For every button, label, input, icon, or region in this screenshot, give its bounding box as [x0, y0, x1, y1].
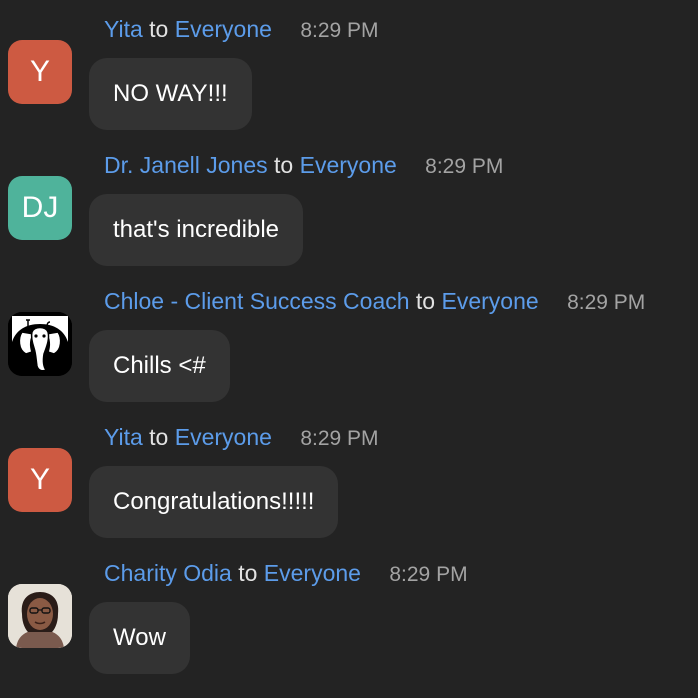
message-time: 8:29 PM: [300, 427, 379, 450]
message-header: Chloe - Client Success Coach to Everyone…: [104, 286, 645, 316]
message-header: Dr. Janell Jones to Everyone 8:29 PM: [104, 150, 503, 180]
to-label: to: [238, 560, 258, 586]
to-label: to: [149, 16, 169, 42]
to-label: to: [149, 424, 169, 450]
chat-message-list: Yita to Everyone 8:29 PM Y NO WAY!!! Dr.…: [0, 0, 698, 698]
avatar[interactable]: DJ: [8, 176, 72, 240]
recipient-name[interactable]: Everyone: [264, 560, 361, 586]
message-time: 8:29 PM: [567, 291, 646, 314]
message-time: 8:29 PM: [389, 563, 468, 586]
message-bubble[interactable]: Wow: [89, 602, 190, 674]
chat-message: Charity Odia to Everyone 8:29 PM Wow: [0, 558, 698, 694]
message-time: 8:29 PM: [425, 155, 504, 178]
sender-name[interactable]: Yita: [104, 424, 143, 450]
sender-name[interactable]: Yita: [104, 16, 143, 42]
to-label: to: [274, 152, 294, 178]
avatar[interactable]: Y: [8, 448, 72, 512]
user-photo-icon: [8, 584, 72, 648]
message-header: Yita to Everyone 8:29 PM: [104, 422, 379, 452]
message-bubble[interactable]: that's incredible: [89, 194, 304, 266]
chat-message: Dr. Janell Jones to Everyone 8:29 PM DJ …: [0, 150, 698, 286]
message-header: Charity Odia to Everyone 8:29 PM: [104, 558, 468, 588]
message-time: 8:29 PM: [300, 19, 379, 42]
chat-message: Yita to Everyone 8:29 PM Y Congratulatio…: [0, 422, 698, 558]
message-bubble[interactable]: NO WAY!!!: [89, 58, 252, 130]
sender-name[interactable]: Dr. Janell Jones: [104, 152, 268, 178]
elephant-logo-icon: [8, 312, 72, 376]
chat-message: Yita to Everyone 8:29 PM Y NO WAY!!!: [0, 14, 698, 150]
message-header: Yita to Everyone 8:29 PM: [104, 14, 379, 44]
sender-name[interactable]: Charity Odia: [104, 560, 232, 586]
avatar[interactable]: [8, 584, 72, 648]
avatar[interactable]: [8, 312, 72, 376]
recipient-name[interactable]: Everyone: [175, 16, 272, 42]
message-bubble[interactable]: Chills <#: [89, 330, 230, 402]
sender-name[interactable]: Chloe - Client Success Coach: [104, 288, 410, 314]
chat-message: Chloe - Client Success Coach to Everyone…: [0, 286, 698, 422]
recipient-name[interactable]: Everyone: [442, 288, 539, 314]
recipient-name[interactable]: Everyone: [300, 152, 397, 178]
message-bubble[interactable]: Congratulations!!!!!: [89, 466, 339, 538]
recipient-name[interactable]: Everyone: [175, 424, 272, 450]
avatar[interactable]: Y: [8, 40, 72, 104]
to-label: to: [415, 288, 436, 314]
